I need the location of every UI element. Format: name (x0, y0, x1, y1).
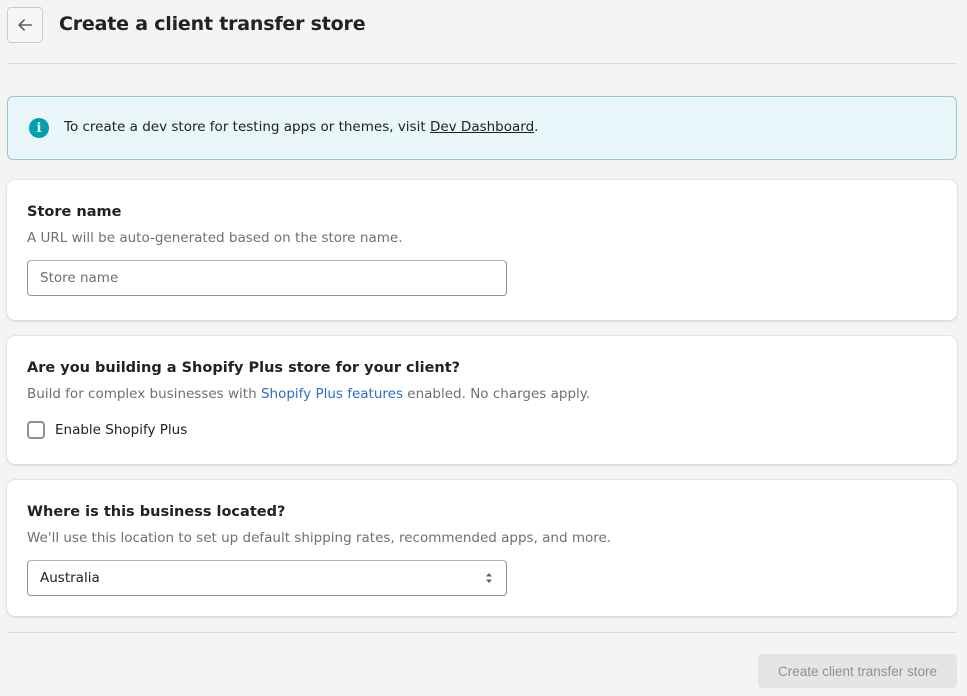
location-card: Where is this business located? We'll us… (7, 480, 957, 616)
shopify-plus-card: Are you building a Shopify Plus store fo… (7, 336, 957, 464)
arrow-left-icon (18, 19, 33, 31)
banner-message: To create a dev store for testing apps o… (64, 119, 538, 135)
enable-shopify-plus-label[interactable]: Enable Shopify Plus (55, 422, 187, 438)
shopify-plus-title: Are you building a Shopify Plus store fo… (27, 360, 461, 376)
info-icon: i (29, 118, 49, 138)
store-name-subtitle: A URL will be auto-generated based on th… (27, 230, 403, 246)
footer-divider (7, 632, 957, 633)
create-client-transfer-store-button[interactable]: Create client transfer store (758, 654, 957, 688)
back-button[interactable] (7, 7, 43, 43)
page-header: Create a client transfer store (0, 0, 967, 64)
page-title: Create a client transfer store (59, 13, 366, 35)
country-select-value: Australia (40, 570, 100, 586)
location-subtitle: We'll use this location to set up defaul… (27, 530, 612, 546)
store-name-title: Store name (27, 204, 122, 220)
store-name-card: Store name A URL will be auto-generated … (7, 180, 957, 320)
location-title: Where is this business located? (27, 504, 286, 520)
store-name-input[interactable] (27, 260, 507, 296)
enable-shopify-plus-checkbox-row[interactable]: Enable Shopify Plus (27, 421, 187, 439)
country-select[interactable]: Australia (27, 560, 507, 596)
banner-text-after: . (534, 119, 539, 135)
header-divider (7, 63, 957, 64)
shopify-plus-subtitle: Build for complex businesses with Shopif… (27, 386, 590, 402)
enable-shopify-plus-checkbox[interactable] (27, 421, 45, 439)
info-banner: i To create a dev store for testing apps… (7, 96, 957, 160)
banner-text-before: To create a dev store for testing apps o… (64, 119, 430, 135)
shopify-plus-subtitle-before: Build for complex businesses with (27, 386, 261, 402)
dev-dashboard-link[interactable]: Dev Dashboard (430, 119, 534, 135)
select-arrows-icon (486, 573, 492, 583)
shopify-plus-subtitle-after: enabled. No charges apply. (402, 386, 591, 402)
shopify-plus-features-link[interactable]: Shopify Plus features (261, 386, 403, 402)
